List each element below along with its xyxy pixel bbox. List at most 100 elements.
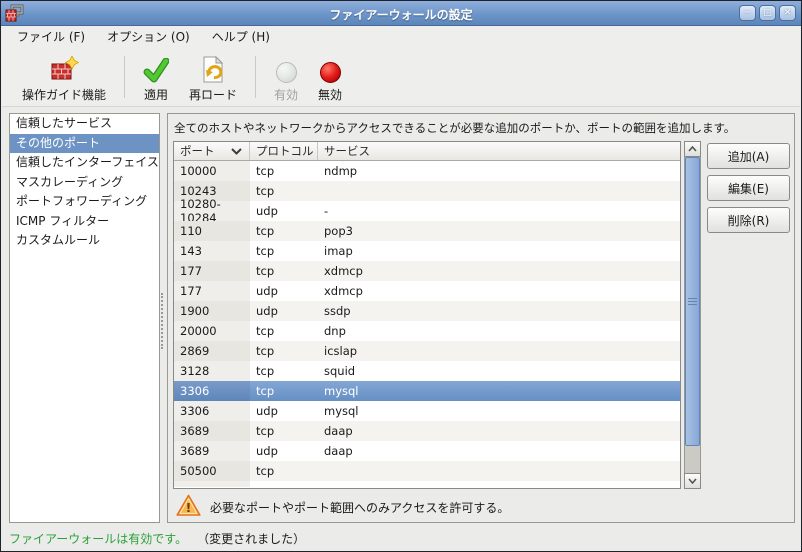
titlebar[interactable]: ファイアーウォールの設定 ─ □ ✕	[1, 1, 801, 26]
close-button[interactable]: ✕	[779, 5, 796, 21]
table-row[interactable]: 3128tcpsquid	[174, 361, 680, 381]
sidebar-item[interactable]: カスタムルール	[10, 231, 159, 251]
scrollbar-thumb[interactable]	[685, 157, 700, 446]
cell-port: 10000	[174, 161, 250, 181]
toolbar-enable-button: 有効	[264, 51, 308, 103]
cell-port	[174, 481, 250, 487]
warning-text: 必要なポートやポート範囲へのみアクセスを許可する。	[210, 499, 509, 516]
toolbar-wizard-button[interactable]: 操作ガイド機能	[12, 51, 116, 103]
wizard-brickwall-icon	[49, 56, 79, 83]
sidebar-item[interactable]: 信頼したインターフェイス:	[10, 153, 159, 173]
scroll-up-button[interactable]	[684, 141, 701, 157]
cell-service: pop3	[318, 221, 680, 241]
sort-chevron-down-icon	[231, 148, 242, 155]
table-row[interactable]: 2869tcpicslap	[174, 341, 680, 361]
cell-service: -	[318, 201, 680, 221]
cell-port: 110	[174, 221, 250, 241]
pane-resize-handle[interactable]	[161, 293, 164, 349]
table-row[interactable]: 50500tcp	[174, 461, 680, 481]
cell-service: squid	[318, 361, 680, 381]
table-row[interactable]: 177udpxdmcp	[174, 281, 680, 301]
toolbar-disable-button[interactable]: 無効	[308, 51, 352, 103]
cell-port: 177	[174, 281, 250, 301]
table-row[interactable]: 3306udpmysql	[174, 401, 680, 421]
cell-port: 3128	[174, 361, 250, 381]
maximize-button[interactable]: □	[759, 5, 776, 21]
other-ports-panel: 全てのホストやネットワークからアクセスできることが必要な追加のポートか、ポートの…	[167, 113, 795, 523]
menu-help[interactable]: ヘルプ (H)	[201, 26, 281, 47]
toolbar-separator	[124, 56, 125, 98]
warning-row: ! 必要なポートやポート範囲へのみアクセスを許可する。	[176, 494, 509, 521]
sidebar-item[interactable]: マスカレーディング	[10, 173, 159, 193]
cell-protocol: tcp	[250, 261, 318, 281]
cell-port: 2869	[174, 341, 250, 361]
cell-service: mysql	[318, 381, 680, 401]
cell-protocol: tcp	[250, 221, 318, 241]
cell-port: 3306	[174, 381, 250, 401]
table-row[interactable]: 3689udpdaap	[174, 441, 680, 461]
cell-service: xdmcp	[318, 261, 680, 281]
sidebar-item[interactable]: 信頼したサービス	[10, 114, 159, 134]
cell-protocol: tcp	[250, 361, 318, 381]
cell-port: 1900	[174, 301, 250, 321]
table-row[interactable]: 20000tcpdnp	[174, 321, 680, 341]
column-header-service[interactable]: サービス	[318, 142, 680, 160]
table-row[interactable]: 1900udpssdp	[174, 301, 680, 321]
add-button[interactable]: 追加(A)	[707, 143, 790, 169]
sidebar-item[interactable]: ICMP フィルター	[10, 212, 159, 232]
table-row[interactable]: 3689tcpdaap	[174, 421, 680, 441]
cell-service: ndmp	[318, 161, 680, 181]
warning-icon: !	[176, 494, 201, 521]
sidebar-item[interactable]: ポートフォワーディング	[10, 192, 159, 212]
cell-service: icslap	[318, 341, 680, 361]
table-row[interactable]: 110tcppop3	[174, 221, 680, 241]
sidebar-item[interactable]: その他のポート	[10, 134, 159, 154]
cell-protocol: tcp	[250, 321, 318, 341]
table-row[interactable]: 3306tcpmysql	[174, 381, 680, 401]
vertical-scrollbar[interactable]	[684, 141, 701, 489]
table-row[interactable]: 10280-10284udp-	[174, 201, 680, 221]
cell-protocol: tcp	[250, 161, 318, 181]
table-row[interactable]	[174, 481, 680, 487]
chevron-up-icon	[688, 146, 697, 152]
cell-port: 3689	[174, 421, 250, 441]
gray-circle-icon	[276, 56, 297, 83]
cell-protocol: udp	[250, 441, 318, 461]
cell-protocol: tcp	[250, 181, 318, 201]
panel-description: 全てのホストやネットワークからアクセスできることが必要な追加のポートか、ポートの…	[174, 120, 792, 136]
cell-service	[318, 481, 680, 487]
cell-protocol: udp	[250, 401, 318, 421]
cell-port: 177	[174, 261, 250, 281]
edit-button[interactable]: 編集(E)	[707, 175, 790, 201]
table-row[interactable]: 177tcpxdmcp	[174, 261, 680, 281]
firewall-status-text: ファイアーウォールは有効です。	[9, 530, 187, 547]
minimize-button[interactable]: ─	[739, 5, 756, 21]
column-header-protocol[interactable]: プロトコル	[250, 142, 318, 160]
toolbar-reload-label: 再ロード	[189, 86, 237, 103]
cell-service: ssdp	[318, 301, 680, 321]
cell-service: imap	[318, 241, 680, 261]
column-header-port-label: ポート	[180, 143, 215, 159]
menubar: ファイル (F) オプション (O) ヘルプ (H)	[2, 26, 800, 47]
green-check-icon	[143, 56, 169, 83]
table-row[interactable]: 10000tcpndmp	[174, 161, 680, 181]
menu-options[interactable]: オプション (O)	[96, 26, 201, 47]
cell-protocol: tcp	[250, 461, 318, 481]
toolbar-disable-label: 無効	[318, 86, 342, 103]
column-header-port[interactable]: ポート	[174, 142, 250, 160]
table-row[interactable]: 143tcpimap	[174, 241, 680, 261]
window-title: ファイアーウォールの設定	[1, 6, 801, 23]
cell-protocol: tcp	[250, 421, 318, 441]
scroll-down-button[interactable]	[684, 473, 701, 489]
menu-file[interactable]: ファイル (F)	[6, 26, 96, 47]
toolbar-reload-button[interactable]: 再ロード	[179, 51, 247, 103]
ports-table-body: 10000tcpndmp10243tcp10280-10284udp-110tc…	[174, 161, 680, 487]
cell-service: daap	[318, 421, 680, 441]
cell-port: 10280-10284	[174, 201, 250, 221]
cell-port: 50500	[174, 461, 250, 481]
delete-button[interactable]: 削除(R)	[707, 207, 790, 233]
toolbar-apply-button[interactable]: 適用	[133, 51, 179, 103]
cell-protocol: udp	[250, 201, 318, 221]
scrollbar-track[interactable]	[684, 157, 701, 473]
cell-protocol: tcp	[250, 341, 318, 361]
